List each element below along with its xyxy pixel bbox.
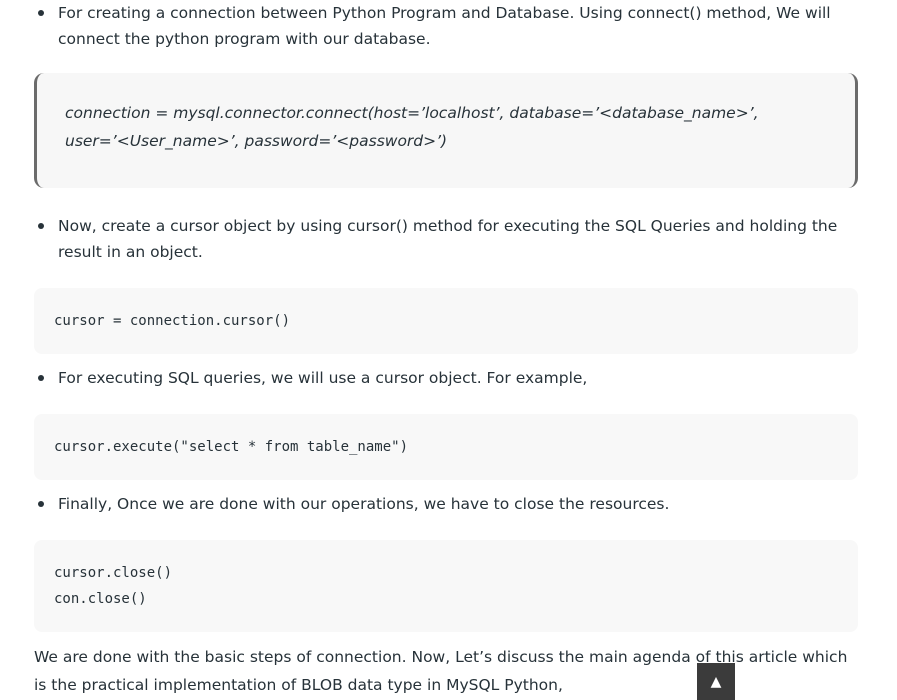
blockquote-text: connection = mysql.connector.connect(hos… [65, 99, 825, 155]
article-content: For creating a connection between Python… [0, 0, 897, 700]
list-item: For creating a connection between Python… [38, 0, 848, 52]
code-block: cursor = connection.cursor() [34, 288, 858, 354]
code-line: cursor = connection.cursor() [54, 313, 291, 329]
code-block: cursor.close() con.close() [34, 540, 858, 632]
list-item-text: For executing SQL queries, we will use a… [58, 369, 588, 387]
list-item: Now, create a cursor object by using cur… [38, 213, 848, 265]
list-item-text: Now, create a cursor object by using cur… [58, 217, 838, 261]
list-item-text: Finally, Once we are done with our opera… [58, 495, 670, 513]
connection-blockquote: connection = mysql.connector.connect(hos… [34, 73, 858, 188]
code-line: cursor.close() [54, 565, 173, 581]
list-item-text: For creating a connection between Python… [58, 4, 831, 48]
blockquote-line: user=’<User_name>’, password=’<password>… [65, 132, 448, 150]
closing-paragraph: We are done with the basic steps of conn… [34, 648, 848, 694]
list-item: For executing SQL queries, we will use a… [38, 365, 848, 391]
code-line: cursor.execute("select * from table_name… [54, 439, 409, 455]
scroll-to-top-button[interactable]: ▲ [697, 663, 735, 700]
blockquote-line: connection = mysql.connector.connect(hos… [65, 104, 759, 122]
code-line: con.close() [54, 591, 147, 607]
list-item: Finally, Once we are done with our opera… [38, 491, 848, 517]
code-block: cursor.execute("select * from table_name… [34, 414, 858, 480]
arrow-up-icon: ▲ [710, 673, 722, 690]
